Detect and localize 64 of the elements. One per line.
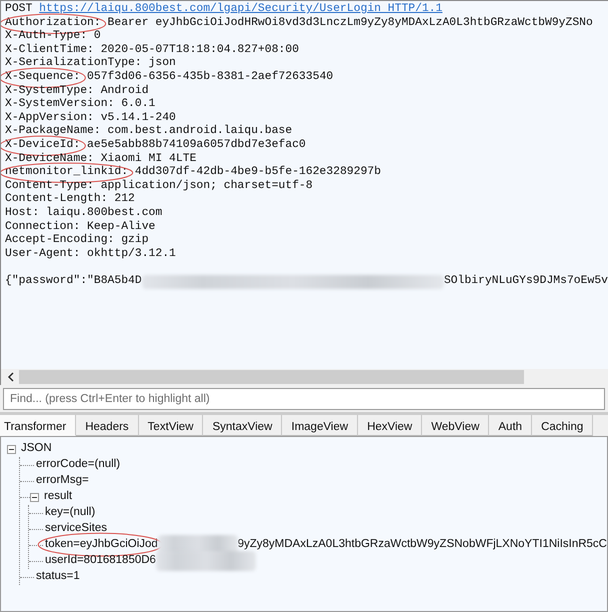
header-name: Content-Length: — [5, 193, 108, 206]
tab[interactable]: SyntaxView — [203, 415, 282, 436]
header-name: X-DeviceId: — [5, 138, 80, 153]
tab[interactable]: Auth — [489, 415, 532, 436]
header-value: json — [148, 57, 176, 70]
tree-item-label[interactable]: JSON — [19, 440, 52, 458]
header-value: 6.0.1 — [121, 98, 156, 112]
header-name: X-Sequence: — [5, 70, 80, 85]
header-value: application/json; charset=utf-8 — [100, 180, 313, 192]
header-value: laiqu.800best.com — [46, 206, 162, 220]
body-text: SOlbiryNLuGYs9DJMs7oEw5v — [444, 274, 608, 288]
find-field[interactable]: Find... (press Ctrl+Enter to highlight all) — [3, 388, 605, 410]
header-value: 4dd307df-42db-4be9-b5fe-162e3289297b — [134, 166, 381, 180]
header-value: gzip — [121, 234, 149, 248]
header-name: X-SerializationType: — [5, 57, 142, 70]
header-name: X-SystemType: — [5, 84, 94, 98]
collapse-icon[interactable] — [30, 492, 39, 502]
header-value: Android — [100, 84, 149, 98]
tree-item-label[interactable]: result — [42, 488, 72, 506]
tab[interactable]: Headers — [76, 415, 139, 436]
header-value: 057f3d06-6356-435b-8381-2aef72633540 — [87, 70, 334, 84]
tree-item-label[interactable]: userId=801681850D6 — [43, 552, 156, 570]
header-name: X-PackageName: — [5, 125, 101, 138]
body-text: {"password":"B8A5b4D — [5, 274, 142, 288]
header-name: X-SystemVersion: — [5, 98, 114, 112]
tree-item-label[interactable]: key=(null) — [43, 504, 96, 522]
collapse-icon[interactable] — [7, 444, 16, 454]
http-method: POST — [5, 3, 32, 16]
horizontal-scrollbar[interactable] — [1, 369, 608, 385]
header-value: ae5e5abb88b74109a6057dbd7e3efac0 — [87, 138, 306, 152]
header-value: okhttp/3.12.1 — [87, 248, 176, 262]
tree-item-label[interactable]: errorCode=(null) — [34, 456, 120, 474]
header-name: Content-Type: — [5, 180, 94, 192]
header-name: Connection: — [5, 220, 80, 234]
header-name: Accept-Encoding: — [5, 234, 114, 248]
header-value: Keep-Alive — [87, 220, 156, 234]
header-value: 2020-05-07T18:18:04.827+08:00 — [100, 44, 299, 56]
tab[interactable]: Transformer — [0, 415, 76, 436]
tree-item-label[interactable]: status=1 — [34, 568, 80, 586]
header-value: Bearer eyJhbGciOiJodHRwOi8vd3d3LnczLm9yZy8yMDAxLzA0L3htbGRzaWctbW9yZSNo — [108, 16, 593, 30]
header-name: User-Agent: — [5, 248, 80, 262]
header-name: X-Auth-Type: — [5, 30, 88, 44]
header-value: com.best.android.laiqu.base — [108, 125, 292, 138]
tab[interactable]: ImageView — [282, 415, 358, 436]
tree-item-label[interactable]: errorMsg= — [34, 472, 89, 490]
header-name: Authorization: — [5, 16, 101, 30]
header-value: Xiaomi MI 4LTE — [100, 152, 196, 166]
tab[interactable]: WebView — [422, 415, 490, 436]
tab[interactable]: HexView — [358, 415, 422, 436]
header-name: X-DeviceName: — [5, 152, 94, 166]
tab[interactable]: Caching — [532, 415, 594, 436]
header-value: 0 — [94, 30, 101, 44]
request-url-link[interactable]: https://laiqu.800best.com/lgapi/Security/UserLogin HTTP/1.1 — [39, 3, 442, 17]
scroll-thumb[interactable] — [19, 370, 524, 384]
header-value: 212 — [114, 193, 135, 206]
header-name: netmonitor_linkid: — [5, 166, 128, 180]
tree-item-label: 9yZy8yMDAxLzA0L3htbGRzaWctbW9yZSNobWFjLXNoYTI1NiIsInR5cC — [238, 537, 607, 552]
header-name: X-ClientTime: — [5, 44, 94, 56]
tab[interactable]: TextView — [138, 415, 204, 436]
header-value: v5.14.1-240 — [100, 112, 176, 124]
header-name: X-AppVersion: — [5, 112, 94, 124]
tree-item-label[interactable]: token=eyJhbGciOiJod — [43, 536, 158, 554]
header-name: Host: — [5, 206, 40, 220]
tree-item-label[interactable]: serviceSites — [43, 520, 107, 538]
